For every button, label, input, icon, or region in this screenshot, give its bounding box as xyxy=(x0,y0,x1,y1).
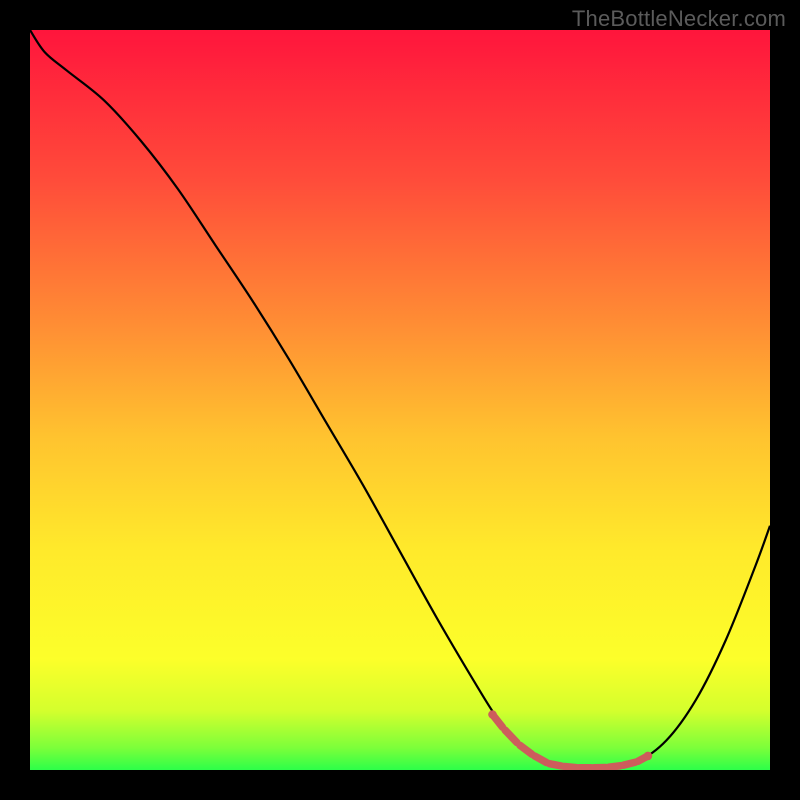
watermark-text: TheBottleNecker.com xyxy=(572,6,786,32)
chart-svg xyxy=(30,30,770,770)
optimal-marker-endcap xyxy=(488,710,497,719)
optimal-marker-segment xyxy=(564,766,576,767)
optimal-marker-segment xyxy=(623,762,635,765)
chart-area xyxy=(30,30,770,770)
optimal-marker-segment xyxy=(549,764,561,766)
optimal-marker-segment xyxy=(609,766,621,767)
optimal-marker-endcap xyxy=(644,752,653,761)
